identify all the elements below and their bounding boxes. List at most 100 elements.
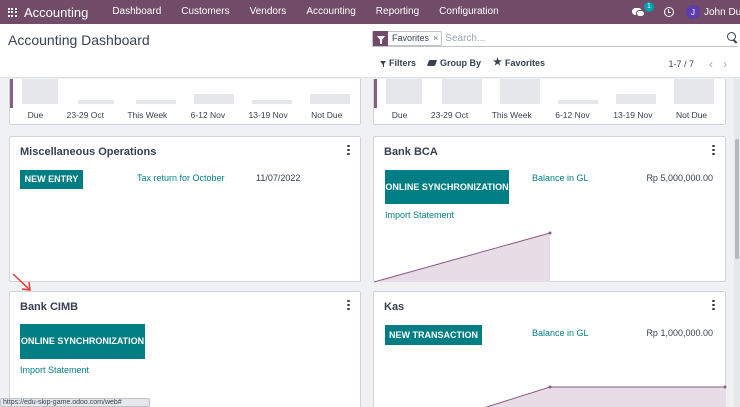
aging-label: Not Due (311, 110, 343, 120)
top-navbar: Accounting Dashboard Customers Vendors A… (0, 0, 740, 24)
app-brand[interactable]: Accounting (24, 5, 88, 20)
apps-icon[interactable] (0, 0, 24, 24)
favorites-button[interactable]: ★ Favorites (493, 57, 546, 69)
funnel-icon (373, 30, 388, 46)
filters-label: Filters (389, 58, 417, 68)
aging-label: 6-12 Nov (555, 110, 590, 120)
new-transaction-button[interactable]: NEW TRANSACTION (385, 325, 482, 345)
layers-icon (426, 60, 438, 66)
menu-customers[interactable]: Customers (171, 0, 239, 24)
journal-title[interactable]: Bank CIMB (20, 301, 78, 313)
aging-label: 23-29 Oct (66, 110, 104, 120)
aging-label: Not Due (675, 110, 708, 120)
journal-card-bank-cimb: Bank CIMB ONLINE SYNCHRONIZATION Import … (9, 291, 361, 407)
pager-value[interactable]: 1-7 / 7 (668, 59, 694, 69)
aging-bar (442, 79, 482, 104)
pager-previous-button[interactable]: ‹ (704, 58, 718, 70)
menu-configuration[interactable]: Configuration (429, 0, 508, 24)
control-panel: Accounting Dashboard Favorites × Filters… (0, 24, 740, 78)
arrow-icon (12, 273, 31, 291)
aging-bar (616, 94, 656, 104)
search-input[interactable] (442, 32, 713, 44)
aging-axis-labels: Due 23-29 Oct This Week 6-12 Nov 13-19 N… (16, 110, 354, 120)
aging-bar (78, 100, 114, 104)
funnel-icon (380, 61, 386, 67)
aging-label: 23-29 Oct (430, 110, 469, 120)
page-title: Accounting Dashboard (8, 32, 150, 48)
pager: 1-7 / 7 ‹ › (668, 58, 732, 70)
chat-icon[interactable]: 1 (632, 2, 654, 17)
clock-icon[interactable] (664, 7, 674, 17)
star-icon: ★ (493, 57, 502, 68)
aging-label: 13-19 Nov (248, 110, 288, 120)
graph-point (723, 385, 727, 389)
draft-entry-link[interactable]: Tax return for October (137, 173, 225, 183)
aging-bar (22, 79, 58, 104)
aging-bar (252, 100, 292, 104)
journal-title[interactable]: Kas (384, 301, 404, 313)
status-bar-url: https://edu-skip-game.odoo.com/web# (0, 398, 150, 407)
menu-dashboard[interactable]: Dashboard (102, 0, 171, 24)
draft-entry-date: 11/07/2022 (256, 173, 301, 183)
aging-bar (194, 94, 234, 104)
user-name[interactable]: John Due (704, 7, 740, 18)
journal-card-aging-left: Due 23-29 Oct This Week 6-12 Nov 13-19 N… (9, 79, 361, 125)
groupby-button[interactable]: Group By (426, 58, 482, 68)
menu-vendors[interactable]: Vendors (240, 0, 297, 24)
menu-accounting[interactable]: Accounting (296, 0, 365, 24)
import-statement-link[interactable]: Import Statement (385, 210, 454, 220)
aging-bar (310, 94, 350, 104)
favorites-label: Favorites (505, 58, 546, 68)
aging-bar (136, 100, 176, 104)
balance-gl-link[interactable]: Balance in GL (532, 173, 589, 183)
balance-gl-link[interactable]: Balance in GL (532, 328, 589, 338)
kebab-menu-icon[interactable] (347, 300, 350, 310)
journal-card-misc-operations: Miscellaneous Operations NEW ENTRY Tax r… (9, 136, 361, 282)
search-bar: Favorites × (372, 30, 738, 47)
scrollbar[interactable] (734, 79, 740, 407)
aging-bar (386, 79, 422, 104)
dashboard-content: Due 23-29 Oct This Week 6-12 Nov 13-19 N… (0, 79, 734, 407)
balance-gl-value: Rp 5,000,000.00 (646, 173, 713, 183)
aging-label: 6-12 Nov (190, 110, 226, 120)
chat-badge: 1 (644, 2, 654, 12)
online-sync-button[interactable]: ONLINE SYNCHRONIZATION (385, 170, 509, 204)
graph-area (486, 387, 726, 407)
aging-axis-labels: Due 23-29 Oct This Week 6-12 Nov 13-19 N… (380, 110, 719, 120)
journal-title[interactable]: Bank BCA (384, 146, 438, 158)
new-entry-button[interactable]: NEW ENTRY (20, 170, 83, 189)
kebab-menu-icon[interactable] (347, 145, 350, 155)
card-accent (374, 79, 377, 108)
card-accent (10, 79, 13, 108)
facet-label: Favorites (392, 33, 430, 43)
balance-graph (374, 231, 552, 283)
aging-label: This Week (127, 110, 168, 120)
import-statement-link[interactable]: Import Statement (20, 365, 89, 375)
filters-button[interactable]: Filters (380, 58, 416, 68)
groupby-label: Group By (440, 58, 482, 68)
aging-label: This Week (491, 110, 532, 120)
journal-card-kas: Kas NEW TRANSACTION Balance in GL Rp 1,0… (373, 291, 727, 407)
balance-gl-value: Rp 1,000,000.00 (646, 328, 713, 338)
journal-card-bank-bca: Bank BCA ONLINE SYNCHRONIZATION Import S… (373, 136, 726, 283)
graph-point (548, 231, 552, 235)
search-icon[interactable] (727, 32, 736, 41)
facet-remove-button[interactable]: × (433, 33, 441, 43)
search-facet-favorites[interactable]: Favorites × (372, 30, 443, 46)
balance-graph (485, 385, 727, 407)
graph-point (548, 385, 552, 389)
avatar[interactable]: J (686, 5, 700, 19)
kebab-menu-icon[interactable] (712, 300, 715, 310)
online-sync-button[interactable]: ONLINE SYNCHRONIZATION (20, 324, 145, 359)
search-options: Filters Group By ★ Favorites (380, 58, 557, 68)
kebab-menu-icon[interactable] (712, 145, 715, 155)
aging-label: Due (391, 110, 408, 120)
pager-next-button[interactable]: › (718, 58, 732, 70)
journal-title[interactable]: Miscellaneous Operations (20, 146, 156, 158)
menu-reporting[interactable]: Reporting (366, 0, 429, 24)
aging-label: Due (27, 110, 44, 120)
scrollbar-thumb[interactable] (735, 139, 739, 259)
journal-card-aging-right: Due 23-29 Oct This Week 6-12 Nov 13-19 N… (373, 79, 726, 125)
aging-bar (558, 100, 598, 104)
aging-bar (674, 79, 714, 104)
